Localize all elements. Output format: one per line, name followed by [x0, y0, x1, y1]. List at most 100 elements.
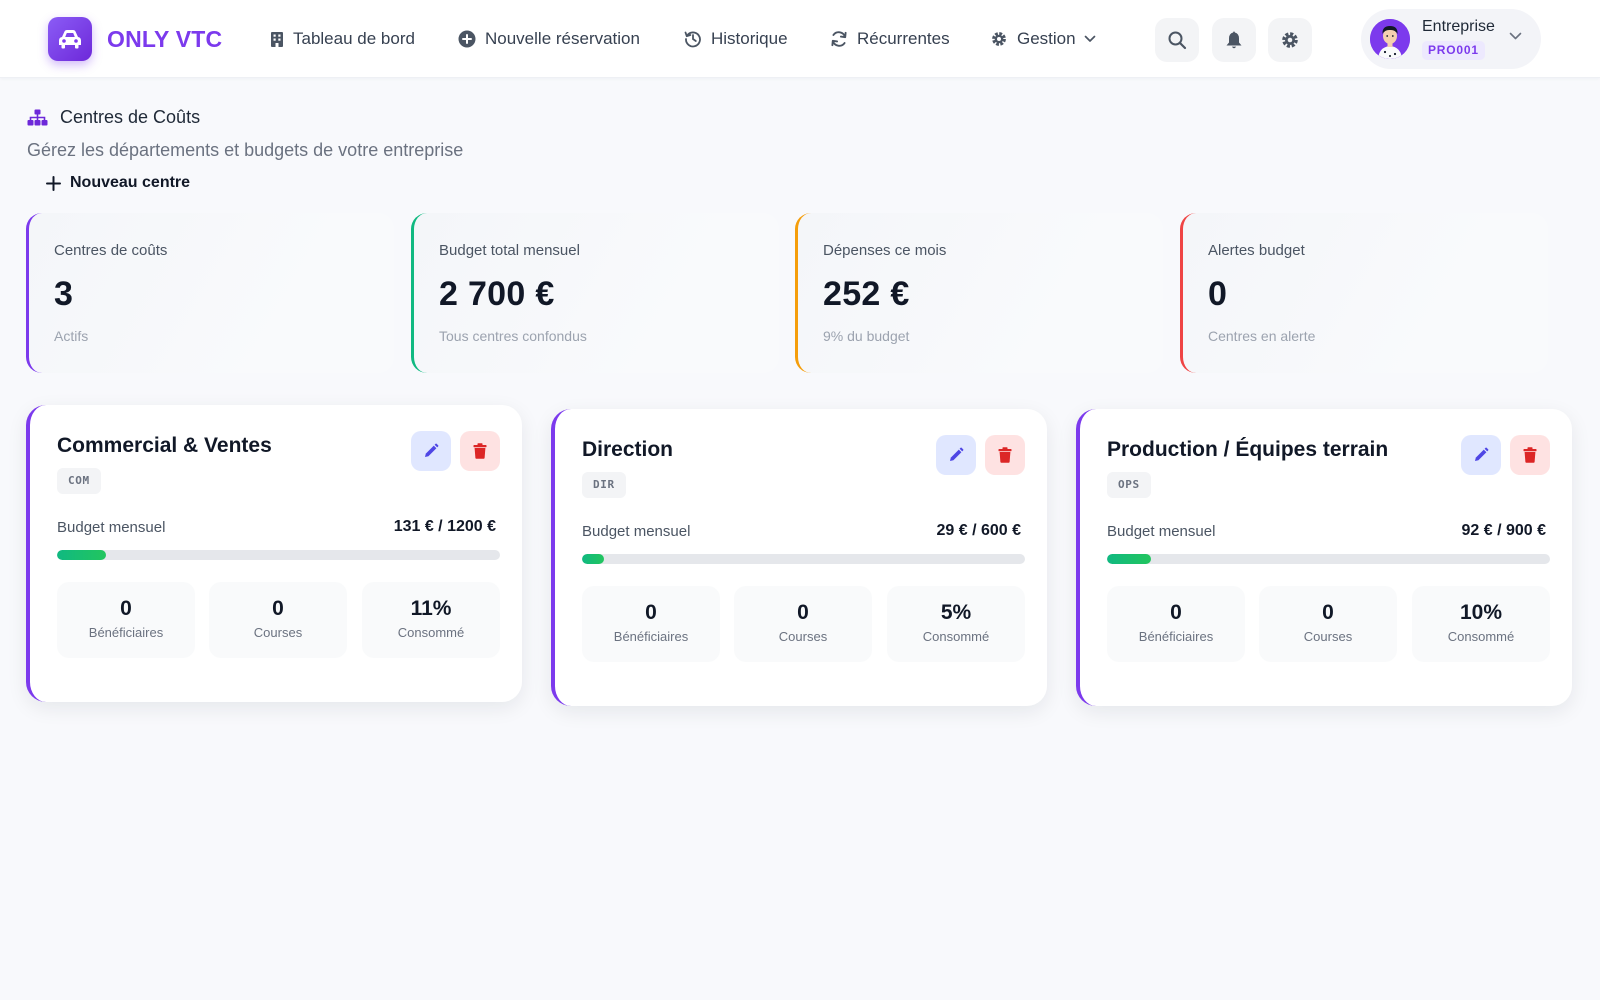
pencil-icon	[950, 447, 964, 461]
trash-icon	[1523, 447, 1537, 463]
budget-progress-bar	[582, 554, 1025, 564]
cost-center-card: Direction DIR Budget mensuel 29 € / 600 …	[551, 409, 1047, 706]
logo[interactable]	[48, 17, 92, 61]
edit-button[interactable]	[411, 431, 451, 471]
nav-new-booking[interactable]: Nouvelle réservation	[458, 26, 640, 52]
trash-icon	[473, 443, 487, 459]
metric-beneficiaries: 0 Bénéficiaires	[582, 586, 720, 662]
cost-center-name: Commercial & Ventes	[57, 434, 272, 457]
metric-value: 0	[645, 601, 657, 624]
settings-button[interactable]	[1268, 18, 1312, 62]
search-button[interactable]	[1155, 18, 1199, 62]
metric-label: Bénéficiaires	[613, 629, 689, 644]
budget-label: Budget mensuel	[582, 523, 691, 540]
car-icon	[59, 30, 81, 49]
nav-recurring[interactable]: Récurrentes	[830, 26, 950, 52]
trash-icon	[998, 447, 1012, 463]
metric-rides: 0 Courses	[209, 582, 347, 658]
cost-center-card: Production / Équipes terrain OPS Budget …	[1076, 409, 1572, 706]
nav-management[interactable]: Gestion	[990, 26, 1096, 52]
cost-center-code: COM	[57, 468, 101, 494]
stat-card: Alertes budget 0 Centres en alerte	[1180, 213, 1548, 373]
metric-rides: 0 Courses	[1259, 586, 1397, 662]
nav-recurring-label: Récurrentes	[857, 29, 950, 48]
stat-value: 2 700 €	[439, 275, 555, 313]
metric-label: Courses	[778, 629, 828, 644]
cost-center-code: DIR	[582, 472, 626, 498]
stat-value: 252 €	[823, 275, 910, 313]
stat-value: 3	[54, 275, 74, 313]
gear-icon	[992, 32, 1006, 46]
metric-consumed: 10% Consommé	[1412, 586, 1550, 662]
stat-label: Centres de coûts	[54, 242, 168, 259]
cost-center-name: Production / Équipes terrain	[1107, 438, 1389, 461]
nav-history[interactable]: Historique	[684, 26, 788, 52]
budget-progress-fill	[1107, 554, 1152, 564]
budget-progress-fill	[57, 550, 106, 560]
edit-button[interactable]	[936, 435, 976, 475]
metric-label: Bénéficiaires	[1138, 629, 1214, 644]
chevron-down-icon	[1084, 35, 1095, 42]
stat-label: Dépenses ce mois	[823, 242, 947, 259]
metric-value: 0	[1322, 601, 1334, 624]
delete-button[interactable]	[1510, 435, 1550, 475]
metric-value: 0	[272, 597, 284, 620]
user-name: Entreprise	[1422, 18, 1495, 35]
top-navbar: ONLY VTC Tableau de bord Nouvelle réserv…	[0, 0, 1600, 78]
metric-label: Bénéficiaires	[88, 625, 164, 640]
metric-beneficiaries: 0 Bénéficiaires	[57, 582, 195, 658]
budget-progress-bar	[57, 550, 500, 560]
stat-note: Actifs	[54, 328, 89, 344]
metric-value: 0	[120, 597, 132, 620]
metric-label: Consommé	[1447, 629, 1515, 644]
nav-management-label: Gestion	[1017, 29, 1076, 48]
budget-label: Budget mensuel	[1107, 523, 1216, 540]
delete-button[interactable]	[460, 431, 500, 471]
new-center-button[interactable]: Nouveau centre	[46, 174, 190, 192]
pencil-icon	[425, 443, 439, 457]
stat-card: Centres de coûts 3 Actifs	[26, 213, 394, 373]
page-title-text: Centres de Coûts	[60, 107, 201, 127]
notifications-button[interactable]	[1212, 18, 1256, 62]
stat-note: Centres en alerte	[1208, 328, 1316, 344]
nav-dashboard-label: Tableau de bord	[293, 29, 415, 48]
budget-progress-fill	[582, 554, 605, 564]
budget-value: 131 € / 1200 €	[393, 518, 496, 535]
plus-circle-icon	[458, 30, 476, 48]
stat-note: 9% du budget	[823, 328, 910, 344]
bell-icon	[1226, 31, 1242, 49]
metric-label: Consommé	[397, 625, 465, 640]
metric-consumed: 5% Consommé	[887, 586, 1025, 662]
budget-value: 29 € / 600 €	[936, 522, 1021, 539]
cost-center-name: Direction	[582, 438, 674, 461]
metric-rides: 0 Courses	[734, 586, 872, 662]
stat-value: 0	[1208, 275, 1228, 313]
stat-label: Budget total mensuel	[439, 242, 580, 259]
metric-label: Courses	[253, 625, 303, 640]
avatar	[1370, 19, 1410, 59]
metric-value: 0	[797, 601, 809, 624]
sync-icon	[831, 31, 847, 47]
settings-gear-icon	[1282, 32, 1298, 48]
budget-progress-bar	[1107, 554, 1550, 564]
metric-value: 0	[1170, 601, 1182, 624]
new-center-label: Nouveau centre	[70, 174, 191, 191]
user-menu[interactable]: Entreprise PRO001	[1361, 9, 1541, 69]
nav-new-booking-label: Nouvelle réservation	[485, 29, 640, 48]
edit-button[interactable]	[1461, 435, 1501, 475]
metric-label: Courses	[1303, 629, 1353, 644]
chevron-down-icon	[1509, 32, 1522, 40]
brand-name[interactable]: ONLY VTC	[107, 26, 222, 53]
metric-value: 5%	[940, 601, 972, 624]
sitemap-icon	[27, 109, 48, 126]
delete-button[interactable]	[985, 435, 1025, 475]
history-icon	[684, 31, 701, 48]
stat-label: Alertes budget	[1208, 242, 1305, 259]
cost-center-card: Commercial & Ventes COM Budget mensuel 1…	[26, 405, 522, 702]
search-icon	[1168, 31, 1187, 50]
budget-value: 92 € / 900 €	[1461, 522, 1546, 539]
building-icon	[271, 31, 283, 47]
cost-center-code: OPS	[1107, 472, 1151, 498]
metric-label: Consommé	[922, 629, 990, 644]
nav-dashboard[interactable]: Tableau de bord	[270, 26, 415, 52]
